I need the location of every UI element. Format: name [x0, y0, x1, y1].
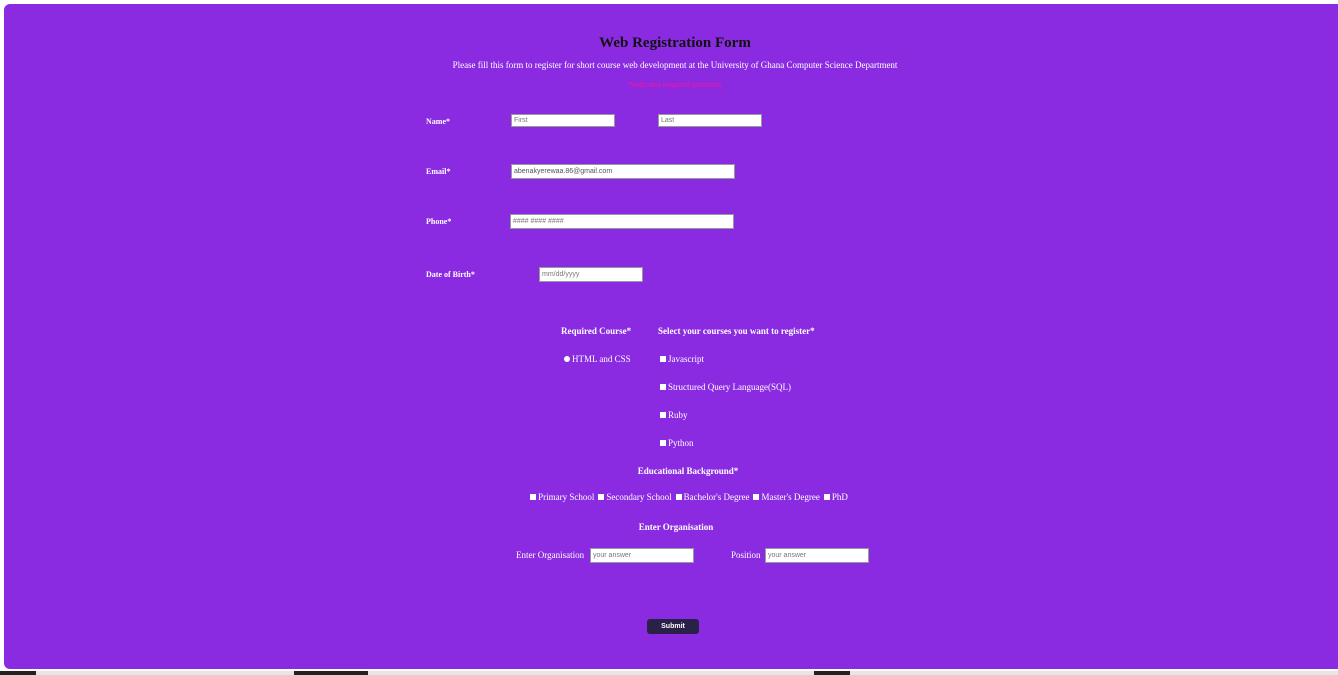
last-name-input[interactable]: Last: [658, 114, 762, 127]
checkbox-icon[interactable]: [598, 494, 605, 500]
course-label: Python: [668, 438, 694, 448]
course-label: Structured Query Language(SQL): [668, 382, 791, 392]
email-input[interactable]: abenakyerewaa.86@gmail.com: [511, 164, 735, 179]
checkbox-icon[interactable]: [753, 494, 760, 500]
education-options: Primary School Secondary School Bachelor…: [0, 492, 1338, 502]
email-label: Email*: [426, 167, 451, 176]
education-checkbox-secondary[interactable]: Secondary School: [598, 492, 672, 502]
required-note: *indicates required questions: [628, 80, 722, 89]
checkbox-icon[interactable]: [660, 412, 666, 418]
education-label: Secondary School: [606, 492, 672, 502]
checkbox-icon[interactable]: [660, 440, 666, 446]
phone-label: Phone*: [426, 217, 452, 226]
organisation-input[interactable]: your answer: [590, 548, 694, 563]
name-label: Name*: [426, 117, 450, 126]
course-checkbox-javascript[interactable]: Javascript: [660, 354, 704, 364]
form-panel: [4, 4, 1338, 669]
dob-label: Date of Birth*: [426, 270, 475, 279]
course-label: Ruby: [668, 410, 688, 420]
dob-input[interactable]: mm/dd/yyyy: [539, 267, 643, 282]
education-checkbox-phd[interactable]: PhD: [823, 492, 848, 502]
required-course-radio[interactable]: HTML and CSS: [564, 354, 631, 364]
education-heading: Educational Background*: [637, 466, 739, 476]
education-label: Master's Degree: [761, 492, 820, 502]
submit-button[interactable]: Submit: [647, 619, 699, 634]
education-checkbox-masters[interactable]: Master's Degree: [753, 492, 820, 502]
education-label: Bachelor's Degree: [683, 492, 750, 502]
education-checkbox-bachelors[interactable]: Bachelor's Degree: [675, 492, 750, 502]
radio-icon[interactable]: [564, 356, 570, 362]
course-checkbox-ruby[interactable]: Ruby: [660, 410, 688, 420]
course-checkbox-sql[interactable]: Structured Query Language(SQL): [660, 382, 791, 392]
education-label: Primary School: [538, 492, 595, 502]
checkbox-icon[interactable]: [675, 494, 682, 500]
education-checkbox-primary[interactable]: Primary School: [530, 492, 594, 502]
checkbox-icon[interactable]: [660, 384, 666, 390]
bottom-strip: [0, 671, 1338, 675]
courses-heading: Select your courses you want to register…: [658, 326, 815, 336]
first-name-input[interactable]: First: [511, 114, 615, 127]
required-course-heading: Required Course*: [561, 326, 632, 336]
checkbox-icon[interactable]: [530, 494, 537, 500]
course-checkbox-python[interactable]: Python: [660, 438, 694, 448]
course-label: Javascript: [668, 354, 704, 364]
education-label: PhD: [831, 492, 848, 502]
form-subtitle: Please fill this form to register for sh…: [452, 60, 898, 70]
organisation-label: Enter Organisation: [516, 550, 585, 560]
organisation-heading: Enter Organisation: [638, 522, 714, 532]
phone-input[interactable]: #### #### ####: [510, 214, 734, 229]
position-input[interactable]: your answer: [765, 548, 869, 563]
checkbox-icon[interactable]: [660, 356, 666, 362]
page-title: Web Registration Form: [599, 35, 751, 51]
checkbox-icon[interactable]: [823, 494, 830, 500]
required-course-option: HTML and CSS: [572, 354, 631, 364]
position-label: Position: [731, 550, 761, 560]
